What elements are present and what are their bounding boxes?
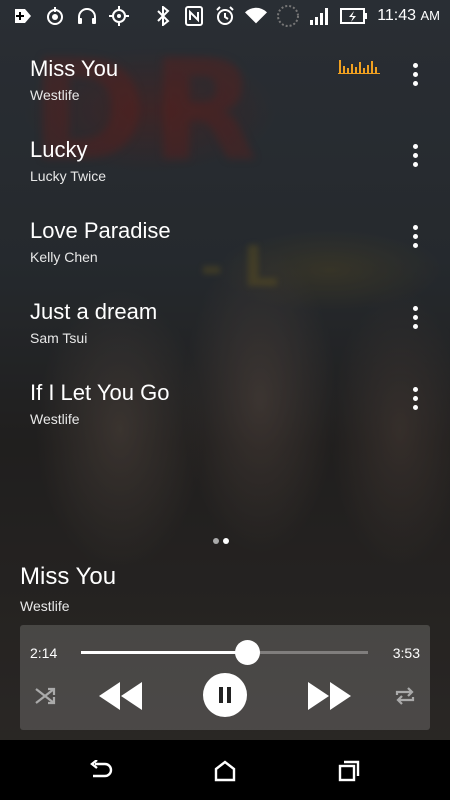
now-playing-title: Miss You <box>20 563 117 590</box>
player-controls: 2:14 3:53 <box>20 625 430 730</box>
song-artist: Kelly Chen <box>30 249 98 265</box>
signal-icon <box>309 5 331 27</box>
status-bar: 11:43 AM <box>0 0 450 32</box>
playlist-item[interactable]: If I Let You Go Westlife <box>0 370 450 451</box>
playlist-item[interactable]: Love Paradise Kelly Chen <box>0 208 450 289</box>
playlist: Miss You Westlife Lucky Lucky Twice Love… <box>0 46 450 451</box>
clock-ampm: AM <box>420 8 441 23</box>
more-options-icon[interactable] <box>404 303 426 331</box>
song-title: Lucky <box>30 137 88 162</box>
seek-bar-thumb[interactable] <box>235 640 261 665</box>
now-playing-artist: Westlife <box>20 598 70 614</box>
add-notification-icon <box>12 5 34 27</box>
navigation-bar <box>0 740 450 800</box>
song-title: Love Paradise <box>30 218 171 243</box>
next-icon[interactable] <box>306 679 354 713</box>
home-icon[interactable] <box>212 758 238 784</box>
seek-bar[interactable] <box>81 640 368 665</box>
page-dot-active <box>223 538 229 544</box>
network-type-icon <box>276 5 300 27</box>
headphones-icon <box>76 5 98 27</box>
more-options-icon[interactable] <box>404 222 426 250</box>
pause-button[interactable] <box>203 673 247 717</box>
alarm-icon <box>214 5 236 27</box>
song-artist: Westlife <box>30 411 80 427</box>
playlist-item[interactable]: Just a dream Sam Tsui <box>0 289 450 370</box>
more-options-icon[interactable] <box>404 60 426 88</box>
gps-icon <box>108 5 130 27</box>
previous-icon[interactable] <box>96 679 144 713</box>
app-notification-icon <box>44 5 66 27</box>
song-title: If I Let You Go <box>30 380 170 405</box>
song-artist: Lucky Twice <box>30 168 106 184</box>
current-time: 2:14 <box>30 645 58 661</box>
page-indicator[interactable] <box>213 538 229 544</box>
nfc-icon <box>183 5 205 27</box>
more-options-icon[interactable] <box>404 141 426 169</box>
song-artist: Westlife <box>30 87 80 103</box>
bluetooth-icon <box>152 5 174 27</box>
repeat-icon[interactable] <box>392 683 418 709</box>
recent-apps-icon[interactable] <box>336 758 362 784</box>
wifi-icon <box>245 5 268 27</box>
shuffle-icon[interactable] <box>32 683 58 709</box>
battery-charging-icon <box>340 5 368 27</box>
page-dot <box>213 538 219 544</box>
song-title: Just a dream <box>30 299 158 324</box>
total-time: 3:53 <box>392 645 420 661</box>
pause-icon <box>219 687 231 703</box>
playlist-item[interactable]: Miss You Westlife <box>0 46 450 127</box>
clock: 11:43 AM <box>377 7 440 25</box>
song-artist: Sam Tsui <box>30 330 88 346</box>
clock-time: 11:43 <box>377 7 417 24</box>
now-playing-equalizer-icon <box>338 60 380 74</box>
playlist-item[interactable]: Lucky Lucky Twice <box>0 127 450 208</box>
seek-bar-progress <box>81 651 248 654</box>
more-options-icon[interactable] <box>404 384 426 412</box>
back-icon[interactable] <box>88 758 114 784</box>
song-title: Miss You <box>30 56 119 81</box>
